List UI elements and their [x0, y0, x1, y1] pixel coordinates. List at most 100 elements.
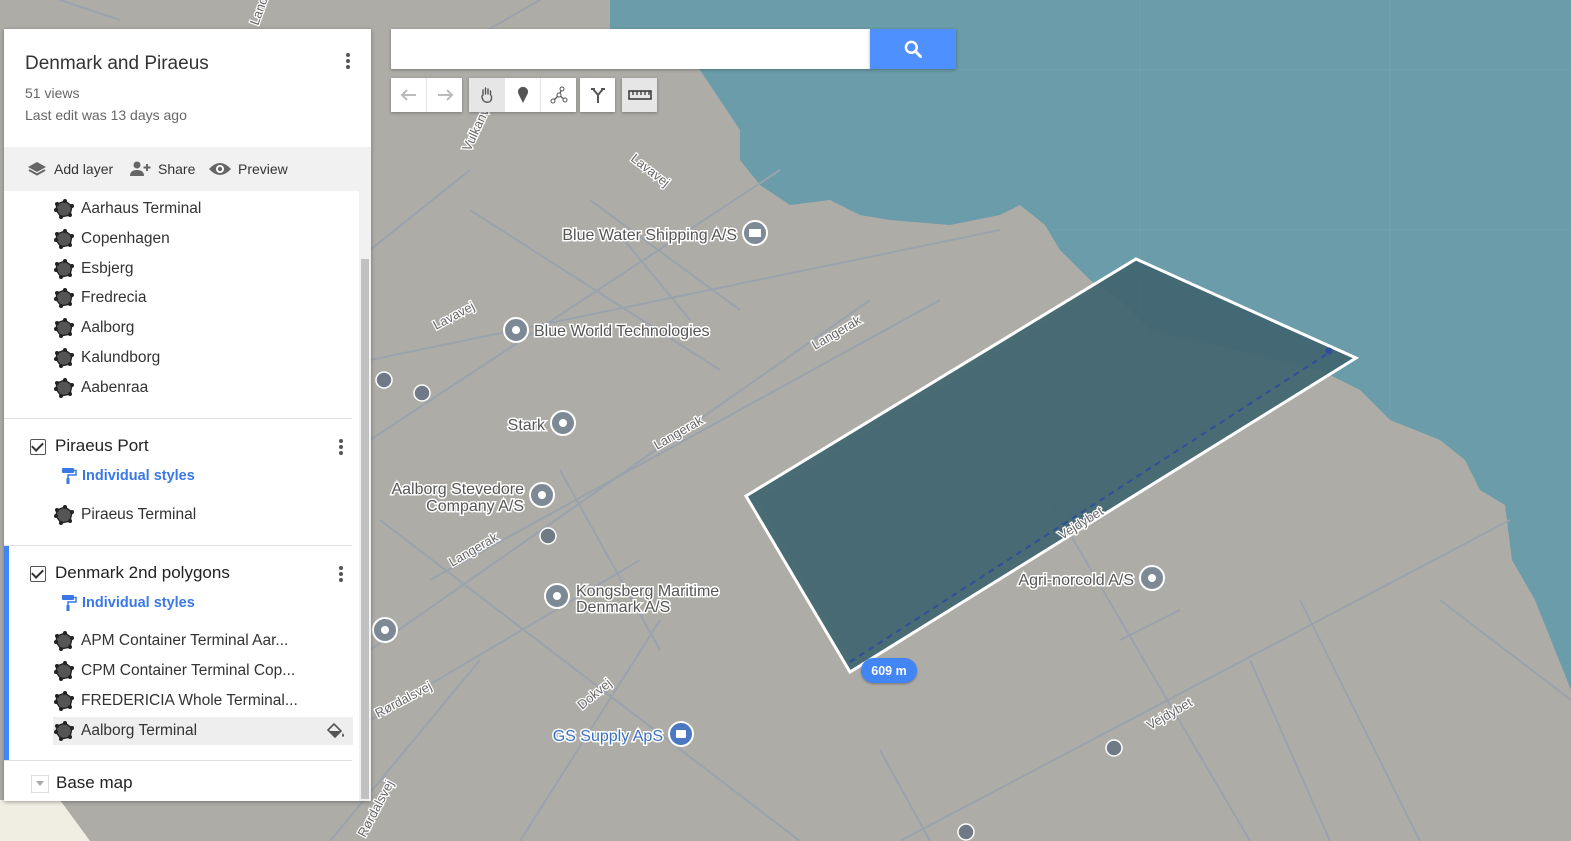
place-label-kongsberg-1: Kongsberg Maritime — [576, 583, 719, 600]
piraeus-layer-checkbox[interactable] — [30, 439, 46, 455]
divider — [4, 545, 352, 546]
draw-line-button[interactable] — [541, 78, 576, 112]
add-layer-button[interactable]: Add layer — [26, 147, 113, 191]
place-label-blue-world: Blue World Technologies — [534, 323, 710, 340]
view-count: 51 views — [25, 85, 80, 101]
map-header: Denmark and Piraeus 51 views Last edit w… — [4, 29, 371, 147]
polygons-styles-link[interactable]: Individual styles — [59, 591, 195, 615]
bus-stop-icon[interactable] — [957, 823, 975, 841]
place-label-kongsberg-2: Denmark A/S — [576, 599, 670, 616]
piraeus-styles-link[interactable]: Individual styles — [59, 464, 195, 488]
feature-item-label: Fredrecia — [81, 289, 147, 307]
draw-line-icon — [550, 86, 567, 104]
feature-item-label: Piraeus Terminal — [81, 506, 197, 523]
distance-label: 609 m — [861, 658, 917, 683]
style-bucket-icon[interactable] — [325, 722, 347, 740]
polygon-icon — [54, 348, 74, 368]
directions-group — [580, 78, 615, 112]
marker-icon — [517, 86, 528, 103]
base-map-label[interactable]: Base map — [56, 773, 133, 793]
scrollbar[interactable] — [359, 191, 371, 801]
undo-button[interactable] — [391, 78, 427, 112]
last-edit: Last edit was 13 days ago — [25, 107, 187, 123]
add-directions-button[interactable] — [580, 78, 615, 112]
shopping-bag-icon — [676, 730, 686, 738]
undo-icon — [400, 89, 416, 101]
scrollbar-thumb[interactable] — [361, 259, 369, 799]
share-button[interactable]: Share — [128, 147, 195, 191]
paint-roller-icon — [62, 595, 77, 611]
measure-point[interactable] — [1325, 347, 1333, 355]
eye-icon — [209, 163, 231, 175]
feature-item[interactable]: Aabenraa — [53, 374, 353, 402]
bus-stop-icon[interactable] — [539, 527, 557, 545]
place-label-stevedore-2: Company A/S — [426, 498, 524, 515]
feature-item[interactable]: Kalundborg — [53, 344, 353, 372]
pin-dot-icon — [1148, 574, 1156, 582]
feature-item[interactable]: Aalborg Terminal — [53, 717, 353, 745]
piraeus-styles-label: Individual styles — [82, 468, 195, 484]
base-map-toggle-icon[interactable] — [31, 775, 49, 793]
polygon-icon — [54, 661, 74, 681]
layers-icon — [28, 162, 46, 176]
feature-item[interactable]: Piraeus Terminal — [53, 501, 353, 529]
bus-stop-icon[interactable] — [375, 371, 393, 389]
feature-item-label: Aalborg — [81, 319, 135, 337]
place-label-stark: Stark — [508, 417, 546, 434]
polygon-icon — [54, 228, 74, 249]
feature-item[interactable]: Fredrecia — [53, 284, 353, 312]
active-layer-indicator — [4, 546, 9, 761]
feature-item[interactable]: CPM Container Terminal Cop... — [53, 657, 353, 685]
polygon-icon — [54, 691, 74, 711]
bus-stop-icon[interactable] — [413, 384, 431, 402]
map-options-icon[interactable] — [336, 49, 360, 73]
place-label-agri: Agri-norcold A/S — [1018, 572, 1134, 589]
polygons-layer-options-icon[interactable] — [329, 562, 353, 586]
pin-dot-icon — [512, 326, 520, 334]
piraeus-layer-title[interactable]: Piraeus Port — [55, 436, 149, 456]
directions-icon — [590, 88, 605, 103]
polygon-icon — [54, 318, 74, 339]
measure-group — [622, 78, 657, 112]
polygon-icon — [54, 288, 74, 309]
action-bar: Add layer Share Preview — [4, 147, 371, 191]
polygon-icon — [54, 377, 74, 398]
map-title[interactable]: Denmark and Piraeus — [25, 53, 209, 75]
feature-item-label: Esbjerg — [81, 259, 134, 277]
pin-dot-icon — [538, 491, 546, 499]
pin-dot-icon — [553, 592, 561, 600]
pin-dot-icon — [559, 419, 567, 427]
paint-roller-icon — [62, 468, 77, 484]
feature-item-label: FREDERICIA Whole Terminal... — [81, 692, 298, 709]
feature-item-label: Aabenraa — [81, 378, 149, 396]
feature-item[interactable]: Copenhagen — [53, 225, 353, 253]
divider — [4, 760, 352, 761]
feature-item[interactable]: Aalborg — [53, 314, 353, 342]
place-label-stevedore-1: Aalborg Stevedore — [391, 481, 524, 498]
feature-item[interactable]: Esbjerg — [53, 255, 353, 283]
redo-button[interactable] — [427, 78, 462, 112]
polygons-layer-title[interactable]: Denmark 2nd polygons — [55, 563, 230, 583]
polygon-icon — [54, 258, 74, 279]
piraeus-layer-options-icon[interactable] — [329, 435, 353, 459]
feature-item[interactable]: APM Container Terminal Aar... — [53, 627, 353, 655]
feature-item-label: Aalborg Terminal — [81, 722, 198, 739]
polygon-icon — [54, 721, 74, 741]
measure-button[interactable] — [622, 78, 657, 112]
share-label: Share — [158, 161, 196, 177]
feature-item-label: Copenhagen — [81, 229, 170, 247]
polygons-layer-checkbox[interactable] — [30, 566, 46, 582]
add-person-icon — [130, 161, 151, 176]
feature-item-label: Kalundborg — [81, 349, 161, 366]
hand-icon — [480, 87, 492, 103]
redo-icon — [437, 89, 453, 101]
feature-item[interactable]: FREDERICIA Whole Terminal... — [53, 687, 353, 715]
bus-stop-icon[interactable] — [1105, 739, 1123, 757]
select-tool-button[interactable] — [469, 78, 505, 112]
search-button[interactable] — [870, 29, 956, 69]
search-input[interactable] — [391, 29, 870, 69]
add-marker-button[interactable] — [505, 78, 541, 112]
feature-item[interactable]: Aarhaus Terminal — [53, 195, 353, 223]
preview-button[interactable]: Preview — [208, 147, 288, 191]
place-label-gs-supply: GS Supply ApS — [553, 728, 663, 745]
